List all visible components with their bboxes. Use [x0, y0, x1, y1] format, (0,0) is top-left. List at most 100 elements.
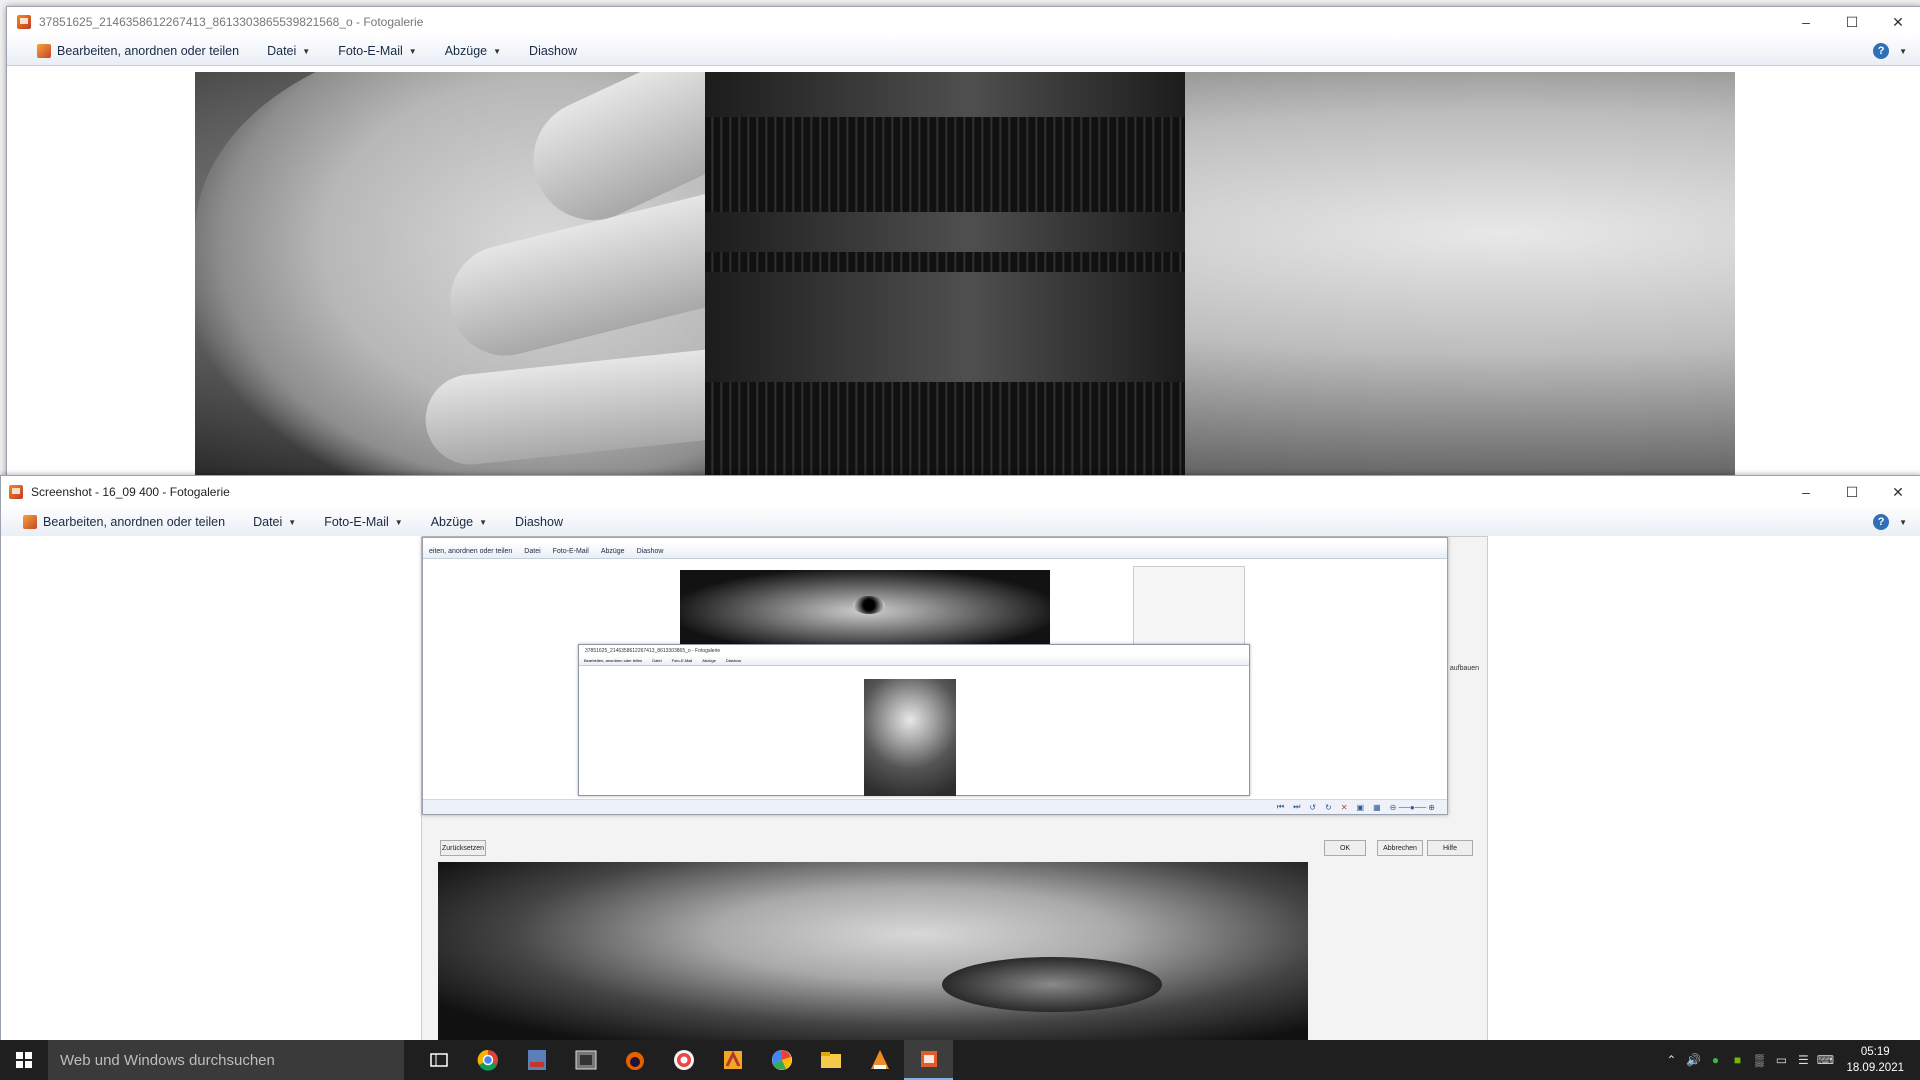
- edit-menu-icon: [37, 44, 51, 58]
- chevron-down-icon: ▼: [394, 517, 403, 527]
- nested-menu-slideshow: Diashow: [636, 547, 664, 555]
- clock-time: 05:19: [1860, 1046, 1890, 1058]
- menu-prints[interactable]: Abzüge ▼: [417, 515, 501, 529]
- menu-photo-email[interactable]: Foto-E-Mail ▼: [310, 515, 417, 529]
- menu-slideshow-label: Diashow: [529, 44, 577, 58]
- windows-taskbar: Web und Windows durchsuchen ⌃ 🔊 ● ■ ▒ ▭ …: [0, 1040, 1920, 1080]
- fit-icon: ▦: [1373, 802, 1381, 812]
- photo-gallery-app-icon: [9, 485, 23, 499]
- nvidia-icon[interactable]: ■: [1730, 1053, 1744, 1067]
- minimize-icon[interactable]: –: [1783, 7, 1829, 37]
- menu-photo-email[interactable]: Foto-E-Mail ▼: [324, 44, 431, 58]
- window-1-titlebar[interactable]: 37851625_2146358612267413_86133038655398…: [7, 7, 1920, 37]
- taskbar-clock[interactable]: 05:19 18.09.2021: [1846, 1044, 1904, 1076]
- menu-slideshow-label: Diashow: [515, 515, 563, 529]
- nested-menu-edit: eiten, anordnen oder teilen: [429, 547, 513, 555]
- photo-lens: [705, 72, 1185, 475]
- menu-edit-arrange-share[interactable]: Bearbeiten, anordnen oder teilen: [9, 515, 239, 529]
- network-icon[interactable]: ▒: [1752, 1053, 1766, 1067]
- nested-gallery-window: eiten, anordnen oder teilen Datei Foto-E…: [422, 537, 1448, 815]
- nested-side-panel: [1133, 566, 1245, 648]
- display-icon[interactable]: ▭: [1774, 1053, 1788, 1067]
- lens-band: [705, 72, 1185, 117]
- help-icon: ?: [1873, 43, 1890, 59]
- photo-eye: [853, 596, 885, 614]
- menu-prints-label: Abzüge: [430, 515, 474, 529]
- reset-button[interactable]: Zurücksetzen: [440, 840, 486, 856]
- lens-band: [705, 212, 1185, 252]
- ok-button[interactable]: OK: [1324, 840, 1366, 856]
- system-tray: ⌃ 🔊 ● ■ ▒ ▭ ☰ ⌨ 05:19 18.09.2021: [1664, 1044, 1920, 1076]
- menu-slideshow[interactable]: Diashow: [515, 44, 591, 58]
- inner-menubar: Bearbeiten, anordnen oder teilen Datei F…: [579, 656, 1249, 666]
- help-button[interactable]: ? ▼: [1859, 43, 1920, 59]
- pdf-viewer-icon[interactable]: [512, 1040, 561, 1080]
- edit-menu-icon: [23, 515, 37, 529]
- menu-prints[interactable]: Abzüge ▼: [431, 44, 515, 58]
- chevron-down-icon: ▼: [479, 517, 488, 527]
- chrome-alt-icon[interactable]: [659, 1040, 708, 1080]
- orange-app-icon[interactable]: [708, 1040, 757, 1080]
- photo-mouth: [942, 957, 1162, 1012]
- inner-window-title: 37851625_2146358612267413_8613303865_o -…: [585, 647, 721, 654]
- side-text: u aufbauen: [1444, 665, 1480, 672]
- window-2-menubar: Bearbeiten, anordnen oder teilen Datei ▼ …: [1, 508, 1920, 537]
- menu-file[interactable]: Datei ▼: [239, 515, 310, 529]
- chevron-down-icon: ▼: [408, 46, 417, 56]
- photo-hand-camera-lens: [195, 72, 1735, 475]
- window-1-title: 37851625_2146358612267413_86133038655398…: [39, 15, 424, 29]
- delete-icon: ✕: [1340, 802, 1348, 812]
- notification-icon[interactable]: ☰: [1796, 1053, 1810, 1067]
- chevron-up-icon[interactable]: ⌃: [1664, 1053, 1678, 1067]
- help-dialog-button[interactable]: Hilfe: [1427, 840, 1473, 856]
- menu-file-label: Datei: [253, 515, 283, 529]
- maximize-icon[interactable]: ☐: [1829, 477, 1875, 507]
- chevron-down-icon: ▼: [493, 46, 502, 56]
- taskbar-search-box[interactable]: Web und Windows durchsuchen: [48, 1040, 404, 1080]
- help-button[interactable]: ? ▼: [1859, 514, 1920, 530]
- chevron-down-icon: ▼: [302, 46, 311, 56]
- security-check-icon[interactable]: ●: [1708, 1053, 1722, 1067]
- keyboard-icon[interactable]: ⌨: [1817, 1053, 1834, 1067]
- inner-menu-slideshow: Diashow: [725, 658, 742, 663]
- window-2-titlebar[interactable]: Screenshot - 16_09 400 - Fotogalerie – ☐…: [1, 476, 1920, 508]
- maximize-icon[interactable]: ☐: [1829, 7, 1875, 37]
- help-icon: ?: [1873, 514, 1890, 530]
- photo-rose: [864, 679, 956, 796]
- start-button[interactable]: [0, 1040, 48, 1080]
- window-2-content: Zurücksetzen OK Abbrechen Hilfe u aufbau…: [1, 536, 1920, 1041]
- inner-menu-email: Foto-E-Mail: [671, 658, 693, 663]
- clock-date: 18.09.2021: [1846, 1062, 1904, 1074]
- close-icon[interactable]: ✕: [1875, 7, 1920, 37]
- photo-face-lower: [438, 862, 1308, 1041]
- slideshow-icon: ▣: [1356, 802, 1365, 812]
- menu-edit-arrange-share[interactable]: Bearbeiten, anordnen oder teilen: [23, 44, 253, 58]
- nested-menu-prints: Abzüge: [600, 547, 625, 555]
- image-viewer-icon[interactable]: [561, 1040, 610, 1080]
- volume-icon[interactable]: 🔊: [1686, 1053, 1701, 1067]
- window-2-title: Screenshot - 16_09 400 - Fotogalerie: [31, 485, 230, 499]
- menu-file-label: Datei: [267, 44, 297, 58]
- inner-menu-edit: Bearbeiten, anordnen oder teilen: [584, 658, 643, 663]
- minimize-icon[interactable]: –: [1783, 477, 1829, 507]
- previous-icon: ⏮: [1277, 802, 1285, 811]
- taskbar-app-icons: [414, 1040, 953, 1080]
- taskbar-search-placeholder: Web und Windows durchsuchen: [60, 1051, 275, 1069]
- picasa-icon[interactable]: [757, 1040, 806, 1080]
- vlc-icon[interactable]: [855, 1040, 904, 1080]
- chrome-icon[interactable]: [463, 1040, 512, 1080]
- menu-email-label: Foto-E-Mail: [338, 44, 403, 58]
- menu-edit-label: Bearbeiten, anordnen oder teilen: [57, 44, 240, 58]
- firefox-icon[interactable]: [610, 1040, 659, 1080]
- menu-file[interactable]: Datei ▼: [253, 44, 324, 58]
- task-view-icon[interactable]: [414, 1040, 463, 1080]
- inner-gallery-window: 37851625_2146358612267413_8613303865_o -…: [578, 644, 1250, 796]
- menu-prints-label: Abzüge: [444, 44, 488, 58]
- chevron-down-icon: ▼: [288, 517, 297, 527]
- photo-gallery-taskbar-icon[interactable]: [904, 1040, 953, 1080]
- cancel-button[interactable]: Abbrechen: [1377, 840, 1423, 856]
- menu-edit-label: Bearbeiten, anordnen oder teilen: [43, 515, 226, 529]
- close-icon[interactable]: ✕: [1875, 477, 1920, 507]
- menu-slideshow[interactable]: Diashow: [501, 515, 577, 529]
- file-explorer-icon[interactable]: [806, 1040, 855, 1080]
